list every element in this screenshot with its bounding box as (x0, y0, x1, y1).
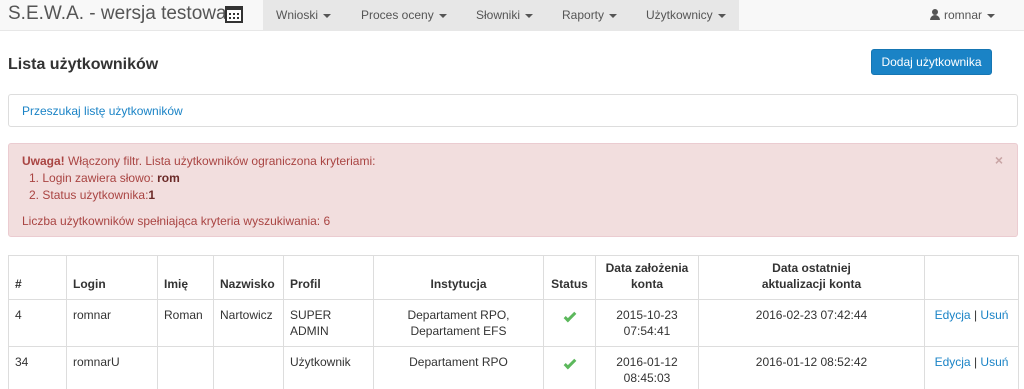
caret-down-icon (717, 13, 726, 18)
profile-line: ADMIN (290, 324, 329, 338)
edit-link[interactable]: Edycja (935, 355, 971, 369)
cell-status (543, 346, 596, 389)
header-line: Data założenia (605, 261, 689, 275)
cell-institution: Departament RPO, Departament EFS (373, 299, 544, 347)
alert-text: Włączony filtr. Lista użytkowników ogran… (64, 154, 376, 168)
cell-profile: SUPER ADMIN (283, 299, 374, 347)
close-icon[interactable]: × (995, 152, 1003, 168)
col-header-profile[interactable]: Profil (283, 255, 374, 300)
alert-strong: Uwaga! (22, 154, 65, 168)
alert-message: Uwaga! Włączony filtr. Lista użytkownikó… (22, 154, 375, 168)
criterion-value: rom (157, 171, 180, 185)
criterion-label: Status użytkownika: (42, 188, 149, 202)
col-header-login[interactable]: Login (66, 255, 158, 300)
menu-label: Proces oceny (361, 8, 434, 22)
cell-actions: Edycja | Usuń (924, 346, 1019, 389)
cell-login: romnar (66, 299, 158, 347)
institution-line: Departament EFS (410, 324, 507, 338)
col-header-num[interactable]: # (8, 255, 67, 300)
created-date: 2016-01-12 (616, 355, 678, 369)
menu-wnioski[interactable]: Wnioski (276, 0, 332, 31)
check-icon (563, 309, 576, 323)
header-line: Data ostatniej (772, 261, 851, 275)
menu-proces-oceny[interactable]: Proces oceny (361, 0, 447, 31)
cell-num: 4 (8, 299, 67, 347)
cell-profile: Użytkownik (283, 346, 374, 389)
menu-label: Raporty (562, 8, 605, 22)
header-line: konta (630, 277, 663, 291)
table-header-row: # Login Imię Nazwisko Profil Instytucja … (8, 255, 1019, 300)
username: romnar (944, 8, 983, 22)
delete-link[interactable]: Usuń (980, 308, 1008, 322)
cell-created: 2016-01-12 08:45:03 (595, 346, 699, 389)
cell-actions: Edycja | Usuń (924, 299, 1019, 347)
caret-down-icon (525, 13, 534, 18)
cell-first-name (157, 346, 214, 389)
cell-updated: 2016-01-12 08:52:42 (698, 346, 925, 389)
institution-line: Departament RPO, (407, 308, 510, 322)
calendar-icon[interactable] (225, 6, 243, 23)
table-row: 34 romnarU Użytkownik Departament RPO 20… (8, 346, 1019, 389)
cell-updated: 2016-02-23 07:42:44 (698, 299, 925, 347)
menu-raporty[interactable]: Raporty (562, 0, 618, 31)
cell-created: 2015-10-23 07:54:41 (595, 299, 699, 347)
search-panel: Przeszukaj listę użytkowników (8, 94, 1018, 127)
profile-line: SUPER (290, 308, 332, 322)
cell-first-name: Roman (157, 299, 214, 347)
add-user-button[interactable]: Dodaj użytkownika (871, 49, 992, 75)
user-icon (930, 9, 940, 20)
criterion-value: 1 (148, 188, 156, 202)
filter-alert: Uwaga! Włączony filtr. Lista użytkownikó… (8, 143, 1018, 237)
col-header-actions (924, 255, 1019, 300)
filter-criterion: 2. Status użytkownika:1 (29, 188, 180, 205)
cell-status (543, 299, 596, 347)
check-icon (563, 356, 576, 370)
caret-down-icon (987, 13, 996, 18)
menu-slowniki[interactable]: Słowniki (476, 0, 534, 31)
result-count: Liczba użytkowników spełniająca kryteria… (22, 214, 331, 228)
created-time: 07:54:41 (623, 324, 671, 338)
criterion-label: Login zawiera słowo: (42, 171, 158, 185)
cell-last-name (213, 346, 284, 389)
delete-link[interactable]: Usuń (980, 355, 1008, 369)
cell-institution: Departament RPO (373, 346, 544, 389)
user-menu[interactable]: romnar (930, 0, 996, 31)
caret-down-icon (323, 13, 332, 18)
filter-criterion: 1. Login zawiera słowo: rom (29, 171, 180, 188)
col-header-status[interactable]: Status (543, 255, 596, 300)
header-line: aktualizacji konta (761, 277, 862, 291)
col-header-created[interactable]: Data założenia konta (595, 255, 699, 300)
cell-num: 34 (8, 346, 67, 389)
cell-last-name: Nartowicz (213, 299, 284, 347)
criterion-number: 1. (29, 171, 40, 185)
filter-criteria-list: 1. Login zawiera słowo: rom 2. Status uż… (29, 171, 180, 205)
menu-label: Użytkownicy (646, 8, 713, 22)
users-table: # Login Imię Nazwisko Profil Instytucja … (8, 255, 1019, 389)
created-time: 08:45:03 (623, 371, 671, 385)
table-row: 4 romnar Roman Nartowicz SUPER ADMIN Depa… (8, 299, 1019, 347)
action-separator: | (970, 308, 981, 322)
menu-label: Słowniki (476, 8, 521, 22)
app-brand[interactable]: S.E.W.A. - wersja testowa (8, 3, 227, 25)
caret-down-icon (609, 13, 618, 18)
created-date: 2015-10-23 (616, 308, 678, 322)
criterion-number: 2. (29, 188, 40, 202)
col-header-first-name[interactable]: Imię (157, 255, 214, 300)
page-title: Lista użytkowników (8, 56, 159, 73)
menu-uzytkownicy[interactable]: Użytkownicy (646, 0, 726, 31)
edit-link[interactable]: Edycja (935, 308, 971, 322)
menu-label: Wnioski (276, 8, 319, 22)
col-header-institution[interactable]: Instytucja (373, 255, 544, 300)
search-users-link[interactable]: Przeszukaj listę użytkowników (22, 104, 183, 118)
caret-down-icon (438, 13, 447, 18)
col-header-updated[interactable]: Data ostatniej aktualizacji konta (698, 255, 925, 300)
cell-login: romnarU (66, 346, 158, 389)
col-header-last-name[interactable]: Nazwisko (213, 255, 284, 300)
top-navbar: S.E.W.A. - wersja testowa Wnioski Proces… (0, 0, 1024, 31)
action-separator: | (970, 355, 981, 369)
